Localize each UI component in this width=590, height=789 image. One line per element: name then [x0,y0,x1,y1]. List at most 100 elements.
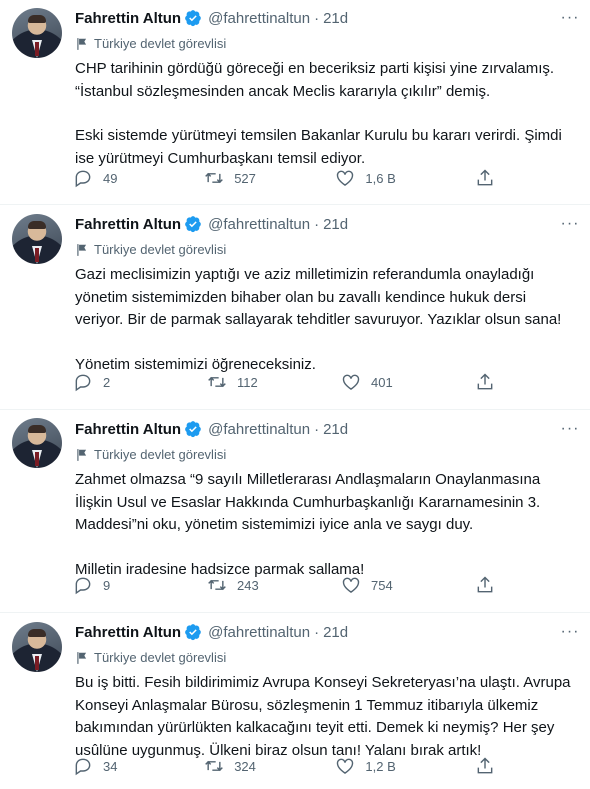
share-button[interactable] [467,372,505,392]
reply-button[interactable]: 49 [65,168,125,188]
author-handle[interactable]: @fahrettinaltun [208,10,310,27]
tweet-header: Fahrettin Altun @fahrettinaltun · 21d [75,420,348,438]
retweet-count: 324 [234,758,256,774]
retweet-icon [208,376,226,388]
government-label-text: Türkiye devlet görevlisi [94,36,227,51]
timestamp[interactable]: 21d [323,216,348,233]
verified-badge-icon [185,10,201,27]
tweet-header: Fahrettin Altun @fahrettinaltun · 21d [75,9,348,27]
avatar[interactable] [12,214,62,264]
reply-button[interactable]: 34 [65,756,125,776]
timestamp[interactable]: 21d [323,624,348,641]
like-count: 401 [371,374,393,390]
author-handle[interactable]: @fahrettinaltun [208,421,310,438]
like-button[interactable]: 1,6 B [327,168,396,188]
share-button[interactable] [467,756,505,776]
tweet-text: Zahmet olmazsa “9 sayılı Milletlerarası … [75,469,572,581]
share-button[interactable] [467,168,505,188]
tweet[interactable]: Fahrettin Altun @fahrettinaltun · 21d ··… [0,410,590,613]
author-handle[interactable]: @fahrettinaltun [208,624,310,641]
tweet-feed: Fahrettin Altun @fahrettinaltun · 21d ··… [0,0,590,789]
heart-icon [337,170,354,186]
flag-icon [77,448,87,461]
retweet-icon [208,579,226,591]
retweet-button[interactable]: 243 [199,575,259,595]
government-label: Türkiye devlet görevlisi [75,650,226,665]
author-handle[interactable]: @fahrettinaltun [208,216,310,233]
government-label-text: Türkiye devlet görevlisi [94,242,227,257]
flag-icon [77,37,87,50]
tweet-actions: 2 112 401 [65,372,505,392]
author-name[interactable]: Fahrettin Altun [75,10,181,27]
share-icon [477,757,493,774]
tweet-text: Bu iş bitti. Fesih bildirimimiz Avrupa K… [75,672,572,762]
author-name[interactable]: Fahrettin Altun [75,421,181,438]
separator-dot: · [314,420,320,438]
government-label-text: Türkiye devlet görevlisi [94,650,227,665]
heart-icon [342,374,360,390]
government-label-text: Türkiye devlet görevlisi [94,447,227,462]
more-options-icon[interactable]: ··· [560,10,580,31]
retweet-button[interactable]: 324 [196,756,256,776]
flag-icon [77,651,87,664]
more-options-icon[interactable]: ··· [560,421,580,442]
share-button[interactable] [467,575,505,595]
tweet[interactable]: Fahrettin Altun @fahrettinaltun · 21d ··… [0,0,590,205]
verified-badge-icon [185,624,201,641]
timestamp[interactable]: 21d [323,421,348,438]
tweet[interactable]: Fahrettin Altun @fahrettinaltun · 21d ··… [0,613,590,789]
reply-icon [75,577,91,595]
tweet-paragraph: CHP tarihinin gördüğü göreceği en beceri… [75,60,555,100]
reply-icon [75,758,91,776]
heart-icon [337,758,354,774]
reply-button[interactable]: 9 [65,575,125,595]
reply-count: 2 [103,374,111,390]
tweet-actions: 34 324 1,2 B [65,756,505,776]
retweet-icon [205,760,224,772]
author-name[interactable]: Fahrettin Altun [75,624,181,641]
tweet-header: Fahrettin Altun @fahrettinaltun · 21d [75,215,348,233]
tweet-actions: 9 243 754 [65,575,505,595]
tweet-paragraph: Gazi meclisimizin yaptığı ve aziz millet… [75,266,562,328]
government-label: Türkiye devlet görevlisi [75,242,226,257]
author-name[interactable]: Fahrettin Altun [75,216,181,233]
like-button[interactable]: 754 [333,575,393,595]
timestamp[interactable]: 21d [323,10,348,27]
reply-count: 9 [103,577,111,593]
share-icon [477,373,493,390]
retweet-count: 112 [237,374,258,390]
flag-icon [77,243,87,256]
verified-badge-icon [185,216,201,233]
verified-badge-icon [185,421,201,438]
tweet-text: CHP tarihinin gördüğü göreceği en beceri… [75,58,572,170]
more-options-icon[interactable]: ··· [560,624,580,645]
reply-count: 34 [103,758,118,774]
retweet-button[interactable]: 527 [196,168,256,188]
like-count: 1,6 B [365,170,396,186]
avatar[interactable] [12,622,62,672]
separator-dot: · [314,215,320,233]
tweet-paragraph: Eski sistemde yürütmeyi temsilen Bakanla… [75,127,562,167]
retweet-button[interactable]: 112 [199,372,259,392]
like-button[interactable]: 1,2 B [327,756,396,776]
like-button[interactable]: 401 [333,372,393,392]
avatar[interactable] [12,8,62,58]
share-icon [477,576,493,593]
share-icon [477,169,493,186]
avatar[interactable] [12,418,62,468]
government-label: Türkiye devlet görevlisi [75,447,226,462]
tweet-paragraph: Zahmet olmazsa “9 sayılı Milletlerarası … [75,471,541,533]
tweet-actions: 49 527 1,6 B [65,168,505,188]
like-count: 1,2 B [365,758,396,774]
retweet-icon [205,172,224,184]
government-label: Türkiye devlet görevlisi [75,36,226,51]
reply-button[interactable]: 2 [65,372,125,392]
reply-count: 49 [103,170,118,186]
more-options-icon[interactable]: ··· [560,216,580,237]
tweet-paragraph: Bu iş bitti. Fesih bildirimimiz Avrupa K… [75,674,571,759]
retweet-count: 527 [234,170,256,186]
separator-dot: · [314,9,320,27]
reply-icon [75,170,91,188]
retweet-count: 243 [237,577,259,593]
tweet[interactable]: Fahrettin Altun @fahrettinaltun · 21d ··… [0,205,590,410]
